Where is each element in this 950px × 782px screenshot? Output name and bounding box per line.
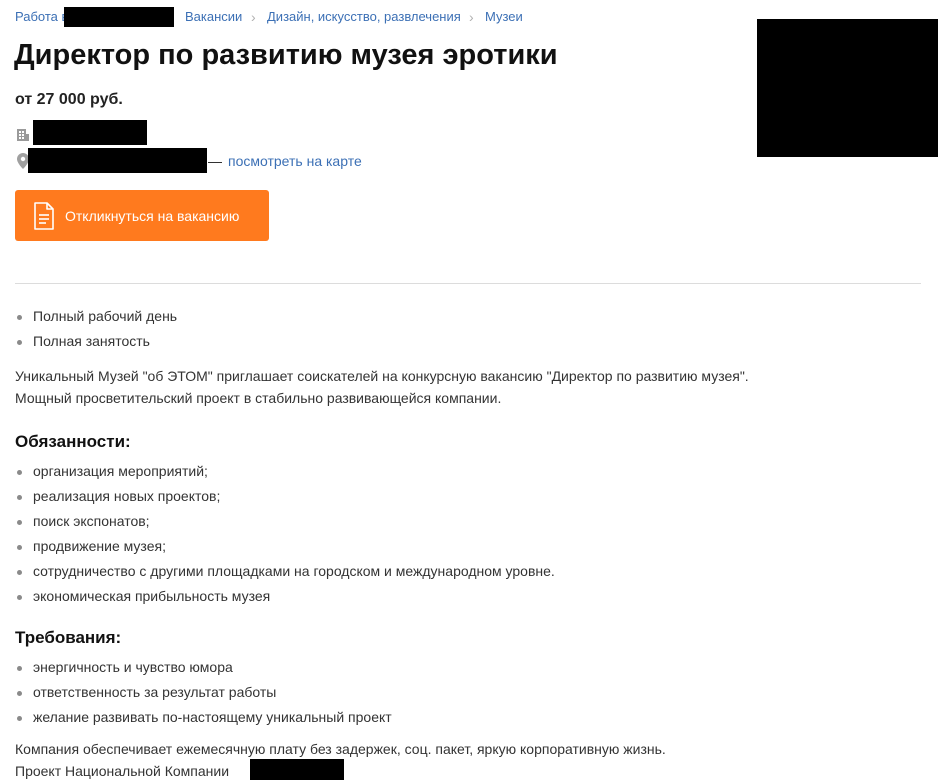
footer-text: Компания обеспечивает ежемесячную плату …	[15, 738, 925, 782]
divider	[15, 283, 921, 284]
footer-line-company: Проект Национальной Компании	[15, 760, 925, 782]
intro: Уникальный Музей "об ЭТОМ" приглашает со…	[15, 365, 925, 409]
address-redacted	[28, 148, 207, 173]
document-icon	[33, 201, 55, 230]
list-item: продвижение музея;	[15, 534, 925, 559]
breadcrumb-item-category[interactable]: Дизайн, искусство, развлечения	[267, 9, 461, 25]
duties-list: организация мероприятий; реализация новы…	[15, 459, 925, 609]
breadcrumb-item-vacancies[interactable]: Вакансии	[185, 9, 242, 25]
address-dash: —	[208, 153, 222, 169]
vacancy-description: Полный рабочий день Полная занятость Уни…	[15, 304, 925, 782]
company-name-redacted	[250, 759, 344, 780]
intro-line: Уникальный Музей "об ЭТОМ" приглашает со…	[15, 368, 749, 384]
list-item: реализация новых проектов;	[15, 484, 925, 509]
requirements-heading: Требования:	[15, 628, 122, 647]
footer-line: Компания обеспечивает ежемесячную плату …	[15, 741, 666, 757]
list-item: экономическая прибыльность музея	[15, 584, 925, 609]
list-item: ответственность за результат работы	[15, 680, 925, 705]
apply-button-label: Откликнуться на вакансию	[65, 207, 240, 224]
list-item: организация мероприятий;	[15, 459, 925, 484]
intro-line: Мощный просветительский проект в стабиль…	[15, 390, 502, 406]
conditions-list: Полный рабочий день Полная занятость	[15, 304, 925, 354]
requirements-list: энергичность и чувство юмора ответственн…	[15, 655, 925, 730]
list-item: желание развивать по-настоящему уникальн…	[15, 705, 925, 730]
breadcrumb-item-museums[interactable]: Музеи	[485, 9, 523, 25]
list-item: сотрудничество с другими площадками на г…	[15, 559, 925, 584]
building-icon	[16, 128, 30, 142]
breadcrumb-item-work-in[interactable]: Работа в	[15, 9, 68, 25]
salary: от 27 000 руб.	[15, 91, 123, 108]
vacancy-title: Директор по развитию музея эротики	[14, 39, 558, 71]
breadcrumb-separator: ›	[469, 9, 474, 25]
list-item: поиск экспонатов;	[15, 509, 925, 534]
company-logo-redacted	[757, 19, 938, 157]
company-name-redacted[interactable]	[33, 120, 147, 145]
view-on-map-link[interactable]: посмотреть на карте	[228, 152, 362, 170]
duties-heading: Обязанности:	[15, 432, 131, 451]
breadcrumb-separator: ›	[251, 9, 256, 25]
redacted-city	[64, 7, 174, 27]
list-item: энергичность и чувство юмора	[15, 655, 925, 680]
footer-company-label: Проект Национальной Компании	[15, 763, 230, 779]
list-item: Полный рабочий день	[15, 304, 925, 329]
list-item: Полная занятость	[15, 329, 925, 354]
apply-button[interactable]: Откликнуться на вакансию	[15, 190, 269, 241]
